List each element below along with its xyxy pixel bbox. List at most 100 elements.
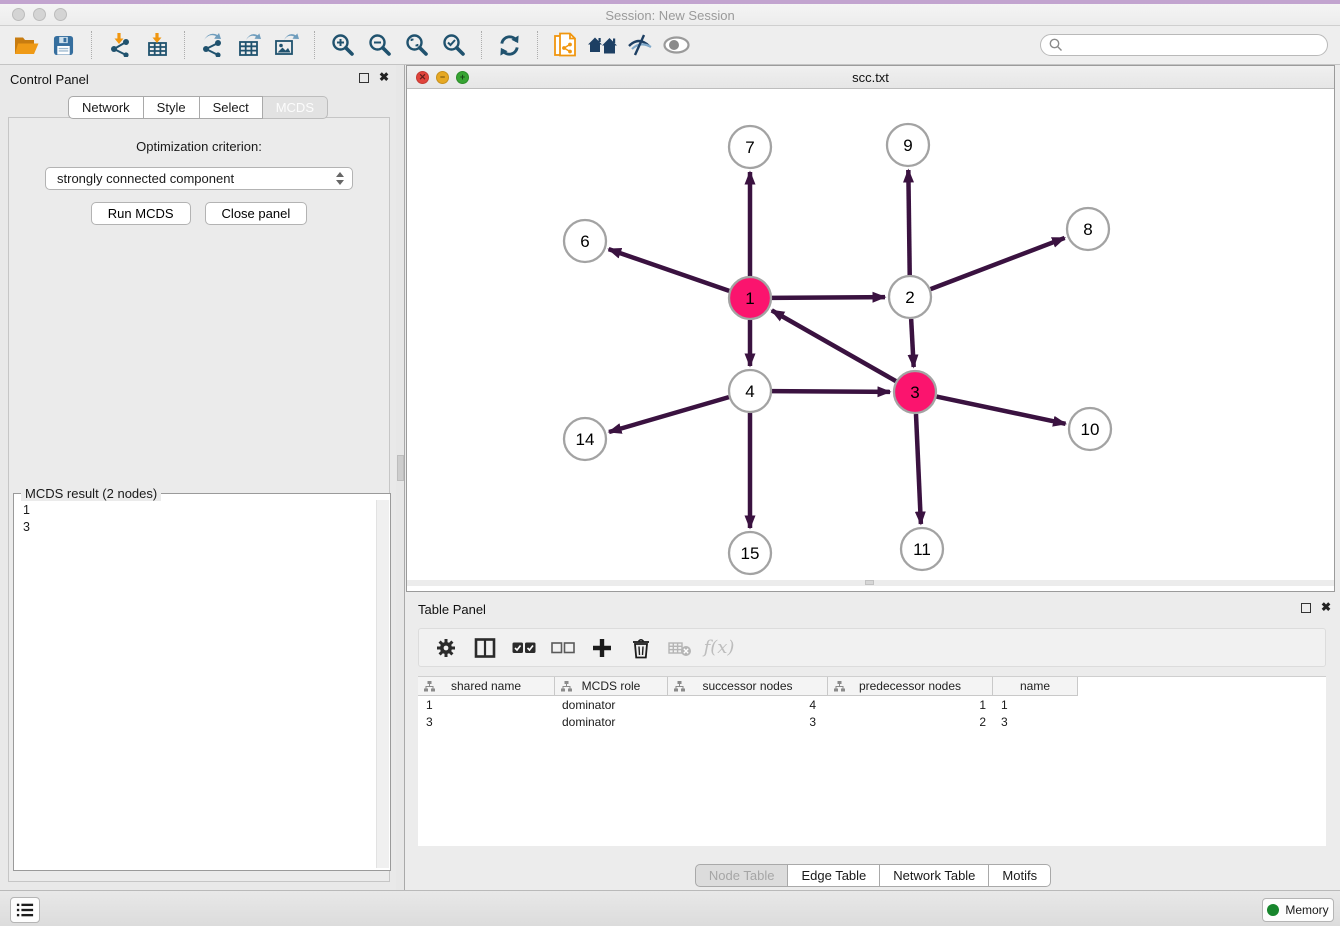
tab-edge-table[interactable]: Edge Table [788, 864, 880, 887]
graph-node-label-1: 1 [745, 289, 754, 308]
unchecked-boxes-icon [551, 641, 575, 655]
cell: 1 [828, 698, 993, 712]
open-session-button[interactable] [8, 29, 45, 61]
select-all-button[interactable] [511, 635, 537, 661]
tab-motifs[interactable]: Motifs [989, 864, 1051, 887]
zoom-in-icon [331, 33, 355, 57]
mcds-panel: Optimization criterion: strongly connect… [8, 117, 390, 882]
float-table-panel-icon[interactable] [1301, 603, 1311, 613]
delete-table-button-disabled [667, 635, 693, 661]
export-image-button[interactable] [268, 29, 305, 61]
graph-edge-2-3[interactable] [911, 319, 914, 367]
tab-select[interactable]: Select [200, 96, 263, 119]
session-title: Session: New Session [0, 8, 1340, 23]
eye-slash-icon [627, 33, 653, 57]
import-network-button[interactable] [101, 29, 138, 61]
result-scrollbar[interactable] [376, 500, 389, 868]
tab-network[interactable]: Network [68, 96, 144, 119]
select-stepper-icon [334, 172, 346, 185]
close-panel-button[interactable]: Close panel [205, 202, 308, 225]
graph-edge-4-3[interactable] [772, 391, 890, 392]
column-header-name[interactable]: name [993, 677, 1078, 696]
column-header-successor-nodes[interactable]: successor nodes [668, 677, 828, 696]
reset-view-button[interactable] [584, 29, 621, 61]
graph-edge-3-10[interactable] [937, 397, 1066, 424]
float-panel-icon[interactable] [359, 73, 369, 83]
new-network-from-selection-button[interactable] [547, 29, 584, 61]
save-session-button[interactable] [45, 29, 82, 61]
import-table-icon [145, 33, 169, 57]
close-panel-icon[interactable]: ✖ [379, 70, 389, 84]
cell: 2 [828, 715, 993, 729]
graph-edge-1-2[interactable] [772, 297, 885, 298]
zoom-fit-button[interactable] [398, 29, 435, 61]
close-table-panel-icon[interactable]: ✖ [1321, 600, 1331, 614]
mcds-result-list: 1 3 [23, 502, 30, 536]
table-row[interactable]: 1dominator411 [418, 696, 1326, 713]
graph-node-label-10: 10 [1081, 420, 1100, 439]
status-bar: Memory [0, 890, 1340, 926]
search-field[interactable] [1040, 34, 1328, 56]
checked-boxes-icon [512, 641, 536, 655]
graph-edge-2-8[interactable] [931, 238, 1065, 289]
show-task-history-button[interactable] [10, 897, 40, 923]
cell: 3 [668, 715, 828, 729]
search-icon [1049, 38, 1063, 52]
delete-row-button[interactable] [628, 635, 654, 661]
attribute-tree-icon [424, 681, 435, 692]
run-mcds-button[interactable]: Run MCDS [91, 202, 191, 225]
tab-mcds[interactable]: MCDS [263, 96, 328, 119]
network-scroll-handle[interactable] [865, 580, 874, 585]
zoom-selected-icon [442, 33, 466, 57]
graph-edge-3-11[interactable] [916, 414, 921, 524]
toolbar-separator [184, 31, 185, 59]
list-icon [15, 901, 35, 919]
graph-node-label-2: 2 [905, 288, 914, 307]
graph-node-label-7: 7 [745, 138, 754, 157]
zoom-in-button[interactable] [324, 29, 361, 61]
add-row-button[interactable] [589, 635, 615, 661]
optimization-criterion-label: Optimization criterion: [9, 139, 389, 154]
memory-button[interactable]: Memory [1262, 898, 1334, 922]
zoom-selected-button[interactable] [435, 29, 472, 61]
export-table-button[interactable] [231, 29, 268, 61]
mcds-result-box: MCDS result (2 nodes) 1 3 [13, 493, 391, 871]
import-network-icon [108, 33, 132, 57]
tab-network-table[interactable]: Network Table [880, 864, 989, 887]
column-header-shared-name[interactable]: shared name [418, 677, 555, 696]
table-row[interactable]: 3dominator323 [418, 713, 1326, 730]
graph-node-label-14: 14 [576, 430, 595, 449]
tab-style[interactable]: Style [144, 96, 200, 119]
export-network-button[interactable] [194, 29, 231, 61]
export-network-icon [200, 33, 225, 57]
graph-edge-4-14[interactable] [609, 397, 729, 432]
search-input[interactable] [1063, 38, 1319, 52]
zoom-out-button[interactable] [361, 29, 398, 61]
control-panel-tabs: NetworkStyleSelectMCDS [0, 96, 396, 119]
import-table-button[interactable] [138, 29, 175, 61]
graph-edge-2-9[interactable] [908, 170, 909, 275]
graph-edge-1-6[interactable] [609, 249, 730, 291]
network-window-titlebar[interactable]: ✕ − + scc.txt [407, 66, 1334, 89]
column-header-MCDS-role[interactable]: MCDS role [555, 677, 668, 696]
delete-table-icon [668, 639, 692, 657]
hide-panels-button[interactable] [621, 29, 658, 61]
panel-splitter[interactable] [396, 65, 405, 890]
zoom-out-icon [368, 33, 392, 57]
graph-node-label-9: 9 [903, 136, 912, 155]
graph-edge-3-1[interactable] [772, 310, 896, 381]
apply-layout-button[interactable] [491, 29, 528, 61]
splitter-grip[interactable] [397, 455, 404, 481]
column-header-predecessor-nodes[interactable]: predecessor nodes [828, 677, 993, 696]
network-graph[interactable]: 7968124314101511 [407, 89, 1334, 586]
optimization-criterion-select[interactable]: strongly connected component [45, 167, 353, 190]
network-canvas[interactable]: 7968124314101511 [407, 89, 1334, 586]
export-table-icon [237, 33, 262, 57]
tab-node-table[interactable]: Node Table [695, 864, 789, 887]
table-settings-button[interactable] [433, 635, 459, 661]
show-panels-button[interactable] [658, 29, 695, 61]
cell: dominator [555, 698, 668, 712]
plus-icon [591, 637, 613, 659]
deselect-all-button[interactable] [550, 635, 576, 661]
toggle-column-view-button[interactable] [472, 635, 498, 661]
